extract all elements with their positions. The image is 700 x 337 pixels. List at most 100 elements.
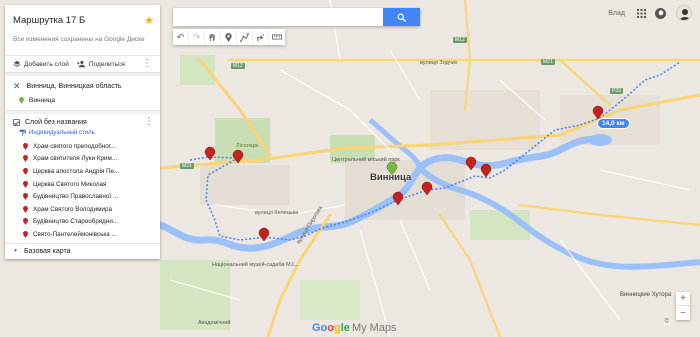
search-input[interactable]: [173, 8, 383, 26]
logo-part: o: [327, 322, 335, 334]
star-icon[interactable]: ★: [144, 14, 154, 27]
add-person-icon: [77, 60, 86, 68]
landmark-label: Національний музей-садиба М.І...: [212, 262, 299, 268]
pan-tool-button[interactable]: [205, 29, 221, 45]
red-pin-icon: [23, 218, 28, 226]
redo-icon: ↷: [192, 31, 201, 42]
road-shield: M21: [180, 163, 194, 169]
district-label: Академічний: [198, 320, 231, 326]
map-title[interactable]: Маршрутка 17 Б: [13, 15, 152, 26]
place-label: Храм святителя Луки Крим...: [33, 155, 118, 163]
lake: [588, 134, 612, 146]
search-layer-title: Винница, Винницкая область: [26, 83, 122, 90]
panel-actions: Добавить слой Поделиться ⋮: [5, 55, 160, 72]
urban-area: [200, 165, 290, 205]
layers-icon: [13, 60, 21, 67]
map-search: [173, 8, 420, 26]
park-label: Центральний міський парк: [332, 157, 400, 163]
layers-panel: Маршрутка 17 Б Все изменения сохранены н…: [5, 5, 160, 259]
share-label: Поделиться: [88, 60, 125, 68]
road-shield: M21: [541, 59, 555, 65]
red-pin-icon: [23, 142, 28, 150]
avatar-image: [679, 9, 691, 20]
draw-line-icon: [240, 32, 249, 42]
user-name[interactable]: Влад: [608, 10, 625, 17]
layer-visibility-checkbox[interactable]: [13, 119, 20, 126]
green-pin-icon: [19, 97, 24, 104]
add-marker-button[interactable]: [221, 29, 237, 45]
share-button[interactable]: Поделиться: [77, 60, 125, 68]
red-pin-icon: [23, 167, 28, 175]
layer-style-link[interactable]: Индивидуальный стиль: [5, 126, 160, 140]
list-item[interactable]: Свято-Пантелеймонівська ...: [23, 228, 160, 241]
list-item[interactable]: Будівництво Старообрядни...: [23, 216, 160, 229]
distance-badge: 14,0 км: [597, 118, 630, 129]
red-pin-icon: [23, 205, 28, 213]
notifications-icon[interactable]: [655, 7, 666, 19]
more-vert-icon[interactable]: ⋮: [144, 117, 154, 127]
paint-roller-icon: [19, 129, 26, 136]
directions-icon: [257, 33, 264, 41]
list-item[interactable]: Храм святого преподобног...: [23, 140, 160, 153]
search-result-item[interactable]: Винница: [5, 92, 160, 110]
list-item[interactable]: Храм святителя Луки Крим...: [23, 153, 160, 166]
red-pin-icon: [23, 193, 28, 201]
place-label: Храм Святого Володимира: [33, 205, 112, 213]
more-vert-icon[interactable]: ⋮: [142, 59, 152, 69]
base-map-label: Базовая карта: [23, 247, 71, 255]
logo-suffix: My Maps: [351, 322, 397, 334]
search-button[interactable]: [383, 8, 420, 26]
place-label: Церква Святого Миколая: [33, 180, 107, 188]
place-label: Свято-Пантелеймонівська ...: [33, 230, 117, 238]
logo-part: le: [340, 322, 350, 334]
undo-button[interactable]: ↶: [173, 29, 189, 45]
place-label: Храм святого преподобног...: [33, 142, 116, 150]
district-label: Винницкие Хутора: [620, 292, 672, 298]
red-pin-icon: [23, 180, 28, 188]
chevron-down-icon: ▼: [13, 248, 18, 255]
measure-button[interactable]: [269, 29, 285, 45]
google-my-maps-logo: Google My Maps: [312, 322, 397, 334]
ruler-icon: [272, 34, 282, 40]
list-item[interactable]: Будівництво Православної ...: [23, 190, 160, 203]
zoom-in-button[interactable]: +: [676, 292, 690, 306]
zoom-out-button[interactable]: −: [676, 306, 690, 320]
list-item[interactable]: Церква Святого Миколая: [23, 178, 160, 191]
street-label: вулиця Келецька: [255, 210, 299, 216]
redo-button[interactable]: ↷: [189, 29, 205, 45]
layer-name[interactable]: Слой без названия: [25, 119, 87, 126]
avatar[interactable]: [676, 5, 692, 21]
close-icon[interactable]: ✕: [13, 81, 21, 92]
add-layer-button[interactable]: Добавить слой: [13, 60, 69, 68]
copyright-icon[interactable]: ©: [663, 319, 670, 325]
road-shield: M12: [231, 63, 245, 69]
city-label: Винница: [370, 172, 412, 183]
draw-line-button[interactable]: [237, 29, 253, 45]
panel-header: Маршрутка 17 Б Все изменения сохранены н…: [5, 5, 160, 55]
apps-grid-icon[interactable]: [637, 8, 646, 18]
base-map-toggle[interactable]: ▼ Базовая карта: [5, 242, 160, 259]
place-label: Будівництво Православної ...: [33, 193, 119, 201]
red-pin-icon: [23, 230, 28, 238]
hand-icon: [209, 33, 215, 41]
layer-style-label: Индивидуальный стиль: [29, 129, 95, 136]
street-label: вулиця Зодчих: [420, 60, 458, 66]
place-label: Церква апостола Андрія Пе...: [33, 167, 120, 175]
zoom-controls: + −: [676, 292, 690, 320]
red-pin-icon: [23, 155, 28, 163]
park-label: Лісопарк: [236, 143, 259, 149]
list-item[interactable]: Храм Святого Володимира: [23, 203, 160, 216]
logo-part: g: [334, 322, 341, 334]
add-layer-label: Добавить слой: [24, 60, 69, 68]
road-shield: P33: [610, 88, 623, 94]
park-area: [300, 280, 360, 320]
account-bar: Влад: [608, 5, 692, 21]
search-icon: [397, 13, 406, 22]
directions-button[interactable]: [253, 29, 269, 45]
marker-icon: [225, 32, 232, 42]
undo-icon: ↶: [176, 31, 185, 42]
list-item[interactable]: Церква апостола Андрія Пе...: [23, 165, 160, 178]
search-layer-header: ✕ Винница, Винницкая область: [5, 76, 160, 92]
logo-part: Go: [312, 322, 328, 334]
map-toolbar: ↶ ↷: [173, 29, 285, 45]
